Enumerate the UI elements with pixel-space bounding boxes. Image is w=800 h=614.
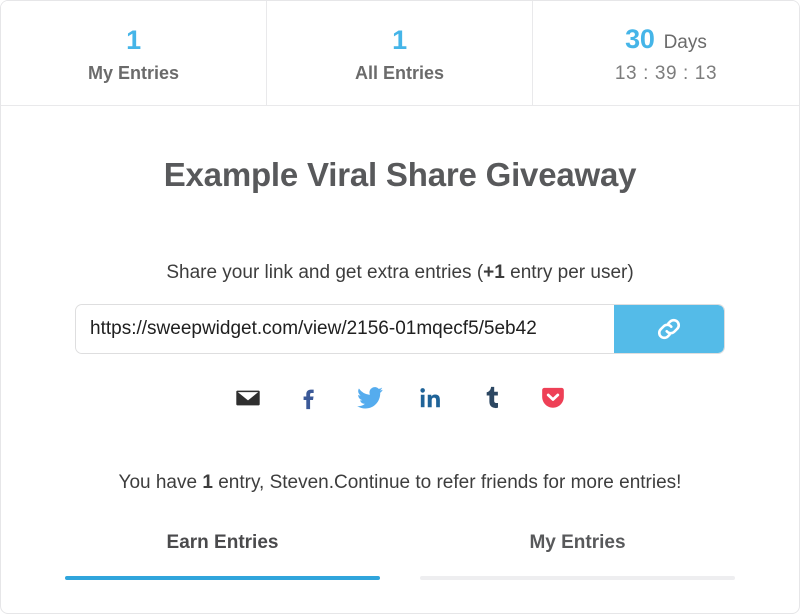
all-entries-label: All Entries	[354, 62, 445, 83]
all-entries-count: 1	[392, 24, 407, 55]
copy-link-button[interactable]	[614, 304, 724, 353]
entry-status-text: You have 1 entry, Steven.Continue to ref…	[25, 413, 775, 496]
share-tumblr-button[interactable]	[477, 383, 507, 413]
countdown-days-label: Days	[663, 32, 707, 54]
main-content: Example Viral Share Giveaway Share your …	[1, 106, 799, 580]
referral-link-row	[76, 304, 724, 353]
share-twitter-button[interactable]	[355, 383, 385, 413]
stats-bar: 1 My Entries 1 All Entries 30 Days 13 : …	[1, 1, 799, 106]
giveaway-widget: 1 My Entries 1 All Entries 30 Days 13 : …	[0, 0, 800, 614]
share-pocket-button[interactable]	[538, 383, 568, 413]
email-icon	[235, 385, 261, 411]
link-chain-icon	[654, 314, 684, 344]
facebook-icon	[296, 385, 322, 411]
tab-my-entries-underline	[420, 575, 735, 580]
countdown-days-row: 30 Days	[625, 24, 707, 55]
share-prompt-trail: entry per user)	[504, 262, 634, 284]
stat-countdown: 30 Days 13 : 39 : 13	[533, 1, 799, 105]
share-prompt: Share your link and get extra entries (+…	[25, 195, 775, 286]
entry-status-lead: You have	[118, 471, 203, 493]
referral-link-input[interactable]	[76, 304, 614, 353]
stat-my-entries: 1 My Entries	[1, 1, 267, 105]
share-email-button[interactable]	[233, 383, 263, 413]
page-title: Example Viral Share Giveaway	[163, 156, 637, 193]
share-prompt-bonus: +1	[483, 262, 505, 284]
entry-status-count: 1	[202, 471, 213, 493]
tab-my-entries-label: My Entries	[529, 531, 626, 553]
pocket-icon	[540, 385, 566, 411]
countdown-days-value: 30	[625, 24, 655, 55]
tab-earn-entries-underline	[65, 575, 380, 580]
linkedin-icon	[418, 385, 444, 411]
tab-earn-entries-label: Earn Entries	[166, 531, 279, 553]
tab-my-entries[interactable]: My Entries	[420, 532, 735, 580]
share-linkedin-button[interactable]	[416, 383, 446, 413]
entry-status-trail: entry, Steven.Continue to refer friends …	[212, 471, 682, 493]
tumblr-icon	[479, 385, 505, 411]
my-entries-label: My Entries	[87, 62, 180, 83]
my-entries-count: 1	[126, 24, 141, 55]
countdown-clock: 13 : 39 : 13	[614, 62, 718, 84]
social-share-row	[25, 383, 775, 413]
twitter-icon	[356, 384, 384, 412]
share-prompt-lead: Share your link and get extra entries (	[166, 262, 484, 284]
stat-all-entries: 1 All Entries	[267, 1, 533, 105]
bottom-tabs: Earn Entries My Entries	[25, 532, 775, 580]
tab-earn-entries[interactable]: Earn Entries	[65, 532, 380, 580]
share-facebook-button[interactable]	[294, 383, 324, 413]
